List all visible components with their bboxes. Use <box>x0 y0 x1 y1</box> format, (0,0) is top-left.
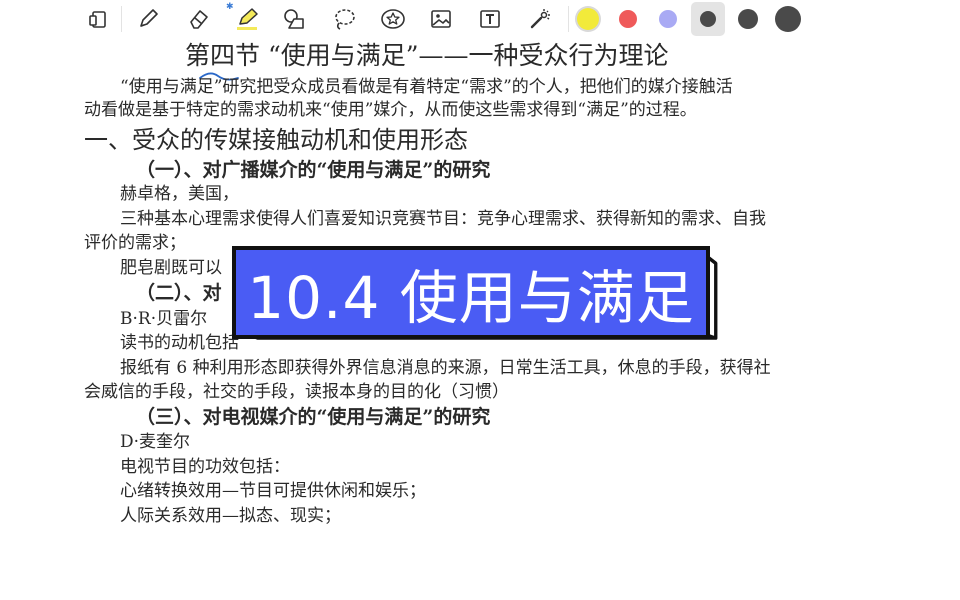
image-icon[interactable] <box>425 3 457 35</box>
dark-swatch-medium <box>738 9 758 29</box>
color-swatch-lavender[interactable] <box>651 2 685 36</box>
paragraph-4: B·R·贝雷尔 <box>120 309 208 329</box>
text-icon[interactable] <box>474 3 506 35</box>
lavender-swatch <box>659 10 677 28</box>
color-swatch-dark-medium[interactable] <box>731 2 765 36</box>
laser-pointer-icon[interactable] <box>524 3 556 35</box>
section-heading-1: 一、受众的传媒接触动机和使用形态 <box>84 126 468 154</box>
color-swatch-dark-large[interactable] <box>771 2 805 36</box>
paragraph-3: 肥皂剧既可以 <box>120 258 222 278</box>
paragraph-8: 电视节目的功效包括： <box>120 457 290 477</box>
paragraph-2a: 三种基本心理需求使得人们喜爱知识竞赛节目：竞争心理需求、获得新知的需求、自我 <box>120 209 766 229</box>
paragraph-2b: 评价的需求； <box>84 233 186 253</box>
intro-line-2: 动看做是基于特定的需求动机来“使用”媒介，从而使这些需求得到“满足”的过程。 <box>84 100 697 120</box>
subsection-heading-1: （一）、对广播媒介的“使用与满足”的研究 <box>136 159 491 181</box>
paragraph-9: 心绪转换效用—节目可提供休闲和娱乐； <box>120 481 426 501</box>
page-title: 第四节 “使用与满足”——一种受众行为理论 <box>185 41 669 70</box>
sticker-icon[interactable] <box>377 3 409 35</box>
dark-swatch-small <box>700 11 716 27</box>
highlighter-icon[interactable] <box>231 3 263 35</box>
eraser-icon[interactable] <box>183 3 215 35</box>
lasso-icon[interactable] <box>328 3 360 35</box>
color-swatch-dark-small[interactable] <box>691 2 725 36</box>
yellow-swatch <box>577 8 599 30</box>
tablet-icon[interactable] <box>82 3 114 35</box>
paragraph-10: 人际关系效用—拟态、现实； <box>120 506 341 526</box>
title-card-label: 10.4 使用与满足 <box>247 263 695 332</box>
color-swatch-yellow[interactable] <box>571 2 605 36</box>
pen-icon[interactable] <box>132 3 164 35</box>
paragraph-6a: 报纸有 6 种利用形态即获得外界信息消息的来源，日常生活工具，休息的手段，获得社 <box>120 358 771 378</box>
paragraph-6b: 会威信的手段，社交的手段，读报本身的目的化（习惯） <box>84 382 509 402</box>
paragraph-7: D·麦奎尔 <box>120 432 191 452</box>
paragraph-5: 读书的动机包括 <box>120 333 239 353</box>
shapes-icon[interactable] <box>278 3 310 35</box>
red-swatch <box>619 10 637 28</box>
paragraph-1: 赫卓格，美国， <box>120 184 239 204</box>
toolbar: ✱ <box>0 0 960 38</box>
title-card: 10.4 使用与满足 <box>232 246 710 339</box>
dark-swatch-large <box>775 6 801 32</box>
subsection-heading-3: （三）、对电视媒介的“使用与满足”的研究 <box>136 406 491 428</box>
subsection-heading-2: （二）、对 <box>136 282 222 304</box>
color-swatch-red[interactable] <box>611 2 645 36</box>
intro-line-1: “使用与满足”研究把受众成员看做是有着特定“需求”的个人，把他们的媒介接触活 <box>120 77 733 97</box>
